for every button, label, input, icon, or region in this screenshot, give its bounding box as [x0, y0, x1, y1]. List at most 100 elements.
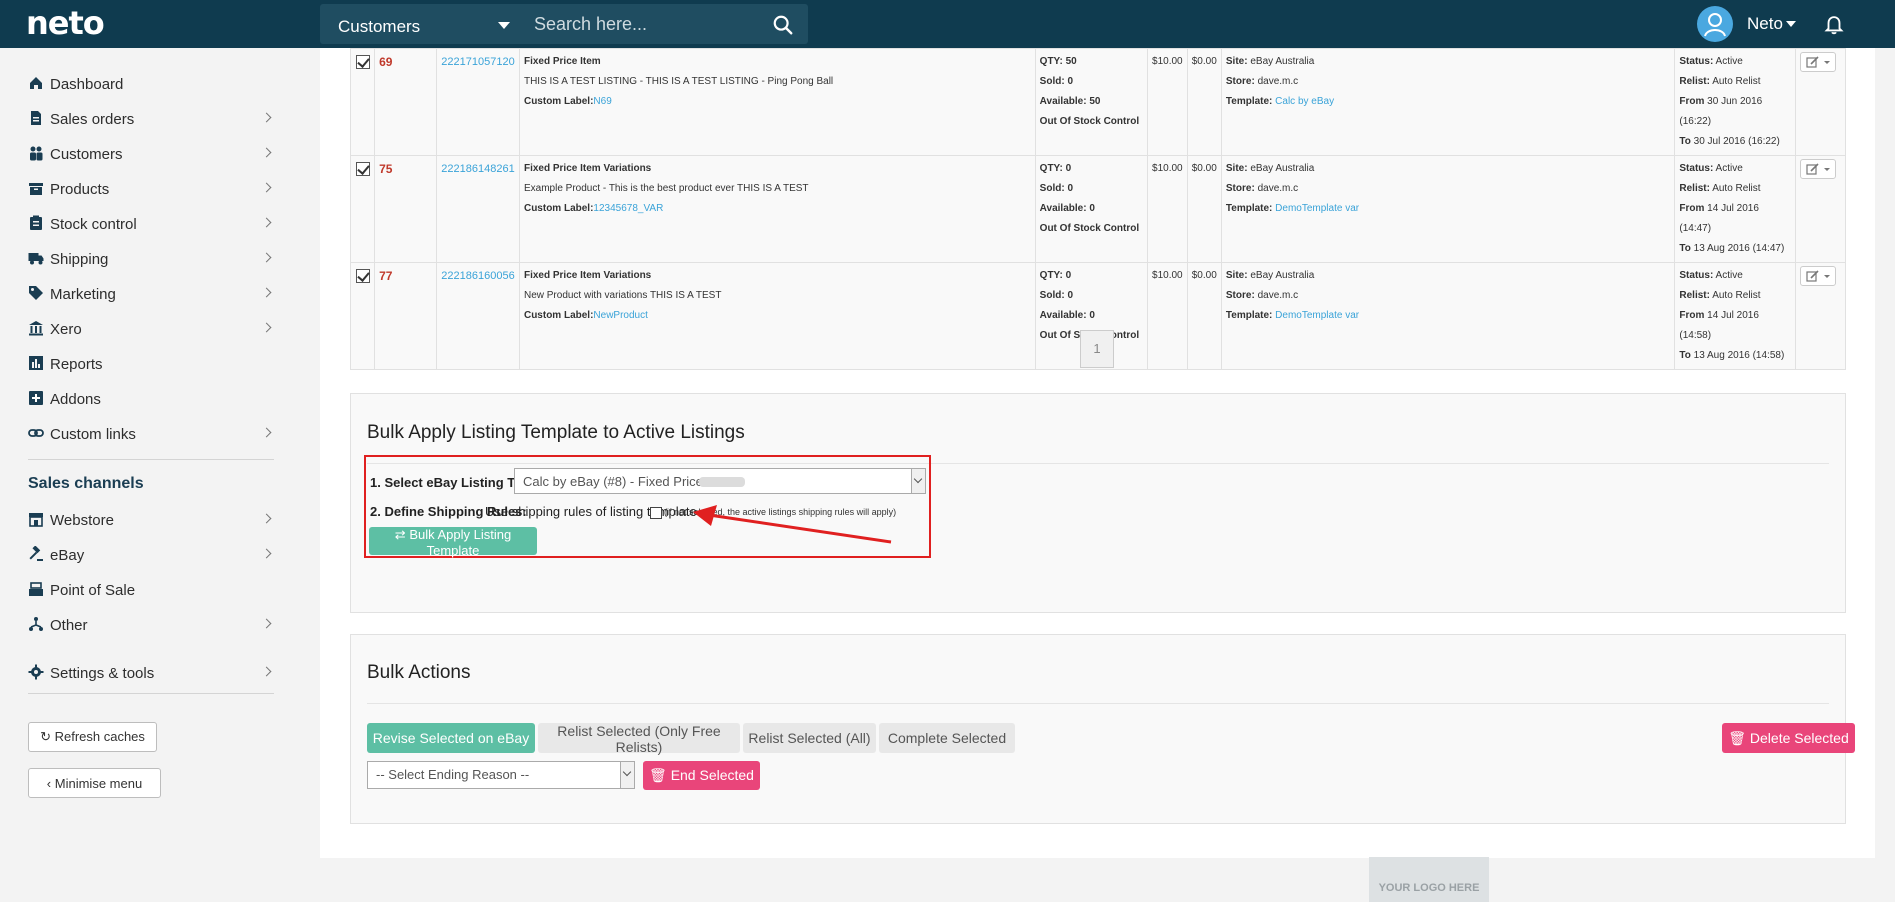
status-cell: Status: Active Relist: Auto Relist From 14…	[1674, 262, 1796, 370]
ebay-item-link[interactable]: 222186148261	[441, 163, 514, 175]
store: dave.m.c	[1257, 183, 1299, 194]
sidebar-item-ebay[interactable]: eBay	[28, 540, 274, 570]
end-reason-value: -- Select Ending Reason --	[376, 767, 530, 782]
custom-label-link[interactable]: NewProduct	[593, 310, 647, 321]
listing-type: Fixed Price Item Variations	[523, 163, 652, 174]
end-reason-select[interactable]: -- Select Ending Reason --	[367, 761, 635, 789]
edit-icon	[1806, 56, 1830, 68]
custom-label-link[interactable]: N69	[593, 96, 611, 107]
row-checkbox[interactable]	[355, 55, 370, 69]
user-menu[interactable]: Neto	[1747, 14, 1783, 34]
ebay-item-link[interactable]: 222171057120	[441, 56, 514, 68]
register-icon	[29, 582, 43, 596]
status: Active	[1715, 163, 1743, 174]
search-icon[interactable]	[772, 14, 794, 36]
neto-logo[interactable]: neto	[26, 4, 105, 42]
listing-id[interactable]: 77	[379, 269, 392, 283]
clipboard-icon	[30, 215, 42, 230]
chevron-down-icon[interactable]	[1786, 21, 1796, 27]
relist: Auto Relist	[1712, 183, 1761, 194]
sidebar-item-products[interactable]: Products	[28, 174, 274, 204]
sidebar-item-reports[interactable]: Reports	[28, 349, 274, 379]
edit-dropdown-button[interactable]	[1799, 52, 1836, 72]
to-key: To	[1679, 136, 1691, 147]
template-link[interactable]: DemoTemplate var	[1275, 203, 1359, 214]
row-checkbox[interactable]	[355, 162, 370, 176]
sidebar-item-dashboard[interactable]: Dashboard	[28, 69, 274, 99]
qty: QTY: 50	[1039, 56, 1077, 67]
chevron-right-icon	[261, 548, 272, 559]
sales-channels-title: Sales channels	[28, 475, 144, 492]
user-avatar-icon[interactable]	[1697, 6, 1733, 42]
bulk-apply-template-button[interactable]: ⇄ Bulk Apply Listing Template	[369, 527, 537, 558]
search-scope-select[interactable]: Customers	[338, 17, 420, 37]
trash-icon: 🗑︎	[649, 767, 667, 783]
sidebar-item-other[interactable]: Other	[28, 610, 274, 640]
shipping-cell: $0.00	[1186, 262, 1222, 370]
sidebar-item-settings[interactable]: Settings & tools	[28, 658, 274, 688]
sidebar-item-label: Webstore	[50, 512, 114, 529]
chevron-down-icon[interactable]	[620, 762, 634, 788]
sidebar-item-sales-orders[interactable]: Sales orders	[28, 104, 274, 134]
end-selected-button[interactable]: 🗑︎ End Selected	[643, 761, 760, 790]
sidebar-item-customers[interactable]: Customers	[28, 139, 274, 169]
people-icon	[30, 146, 43, 161]
bulk-actions-panel: Bulk Actions Revise Selected on eBay Rel…	[350, 634, 1855, 824]
custom-label-link[interactable]: 12345678_VAR	[593, 203, 663, 214]
search-input[interactable]	[534, 10, 764, 38]
to-date: 13 Aug 2016 (14:47)	[1693, 243, 1785, 254]
template-key: Template:	[1225, 310, 1273, 321]
sidebar-item-xero[interactable]: Xero	[28, 314, 274, 344]
site-key: Site:	[1225, 163, 1248, 174]
status-cell: Status: Active Relist: Auto Relist From 14…	[1674, 155, 1796, 263]
select-cell	[349, 155, 376, 263]
relist-free-button[interactable]: Relist Selected (Only Free Relists)	[538, 723, 740, 755]
row-checkbox[interactable]	[355, 269, 370, 283]
table-row: 75 222186148261 Fixed Price Item Variation…	[349, 155, 1847, 263]
sidebar-item-stock-control[interactable]: Stock control	[28, 209, 274, 239]
sidebar-item-label: Dashboard	[50, 76, 124, 93]
listing-template-select[interactable]: Calc by eBay (#8) - Fixed Price Item -	[514, 468, 926, 494]
use-template-shipping-checkbox[interactable]	[650, 507, 662, 519]
from-key: From	[1679, 96, 1705, 107]
edit-dropdown-button[interactable]	[1799, 266, 1836, 286]
complete-selected-button[interactable]: Complete Selected	[879, 723, 1015, 753]
listing-id[interactable]: 69	[379, 55, 392, 69]
relist-all-button[interactable]: Relist Selected (All)	[743, 723, 876, 753]
bulk-apply-label: Bulk Apply Listing Template	[409, 527, 512, 558]
stock-cell: QTY: 0 Sold: 0 Available: 0 Out Of Stock Co…	[1034, 155, 1149, 263]
chevron-down-icon[interactable]	[498, 22, 510, 29]
sidebar-item-point-of-sale[interactable]: Point of Sale	[28, 575, 274, 605]
status: Active	[1715, 56, 1743, 67]
delete-selected-button[interactable]: 🗑︎ Delete Selected	[1722, 723, 1855, 753]
template-link[interactable]: Calc by eBay	[1275, 96, 1334, 107]
link-icon	[28, 429, 44, 437]
bulk-actions-title: Bulk Actions	[367, 662, 471, 683]
shipping-cost: $0.00	[1191, 163, 1217, 174]
minimise-menu-button[interactable]: ‹ Minimise menu	[28, 768, 161, 798]
gavel-icon	[29, 546, 43, 561]
sidebar-item-addons[interactable]: Addons	[28, 384, 274, 414]
template-link[interactable]: DemoTemplate var	[1275, 310, 1359, 321]
sidebar-item-webstore[interactable]: Webstore	[28, 505, 274, 535]
document-icon	[31, 111, 41, 125]
sidebar-item-custom-links[interactable]: Custom links	[28, 419, 274, 449]
sold: Sold: 0	[1039, 183, 1074, 194]
store: dave.m.c	[1257, 290, 1299, 301]
revise-selected-button[interactable]: Revise Selected on eBay	[367, 723, 535, 753]
edit-dropdown-button[interactable]	[1799, 159, 1836, 179]
refresh-caches-button[interactable]: ↻ Refresh caches	[28, 722, 157, 752]
ebay-item-link[interactable]: 222186160056	[441, 270, 514, 282]
sidebar-item-marketing[interactable]: Marketing	[28, 279, 274, 309]
sidebar-item-shipping[interactable]: Shipping	[28, 244, 274, 274]
chevron-down-icon[interactable]	[911, 469, 925, 493]
sidebar-item-label: Custom links	[50, 426, 136, 443]
bell-icon[interactable]	[1823, 12, 1845, 36]
page-button-1[interactable]: 1	[1080, 330, 1114, 368]
listing-id[interactable]: 75	[379, 162, 392, 176]
edit-icon	[1806, 163, 1830, 175]
custom-label-key: Custom Label:	[523, 203, 594, 214]
tag-icon	[29, 286, 43, 300]
chevron-right-icon	[261, 666, 272, 677]
out-of-stock-control: Out Of Stock Control	[1039, 223, 1140, 234]
